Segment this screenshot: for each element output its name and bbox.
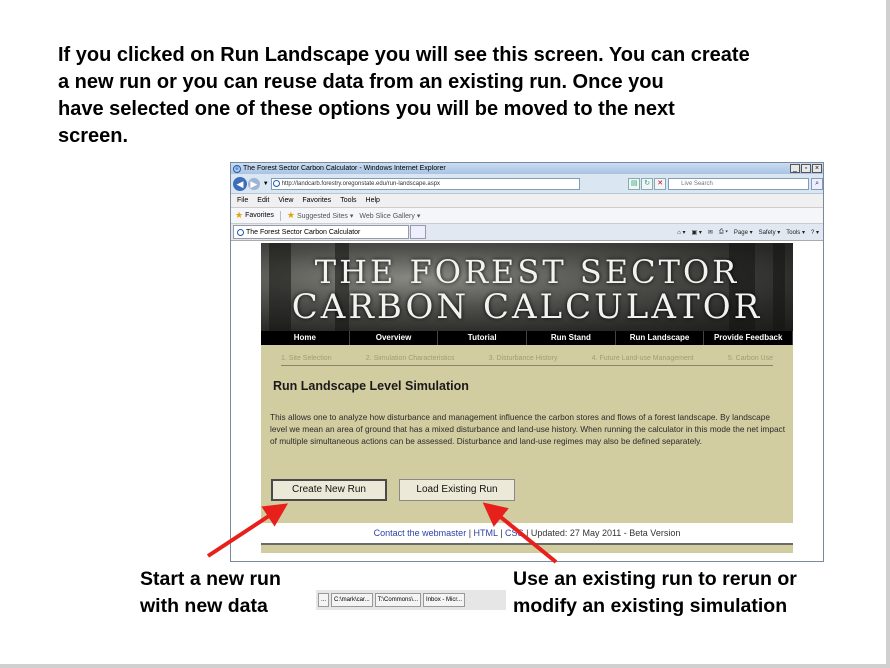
taskbar-item[interactable]: ... <box>318 593 330 607</box>
forward-icon[interactable]: ▶ <box>247 177 260 190</box>
step-progress: 1. Site Selection 2. Simulation Characte… <box>281 355 773 366</box>
callout-line: Start a new run <box>140 568 281 590</box>
divider <box>279 210 281 221</box>
callout-line: Use an existing run to rerun or <box>513 568 797 590</box>
help-icon[interactable]: ? ▾ <box>811 229 819 236</box>
intro-line: have selected one of these options you w… <box>58 98 675 120</box>
close-button[interactable]: × <box>812 164 822 173</box>
intro-text: If you clicked on Run Landscape you will… <box>58 42 858 150</box>
menu-help[interactable]: Help <box>366 197 380 204</box>
tab-forest-carbon[interactable]: The Forest Sector Carbon Calculator <box>233 225 409 239</box>
footer-updated: | Updated: 27 May 2011 - Beta Version <box>523 528 681 538</box>
banner-title-line1: THE FOREST SECTOR <box>314 253 740 291</box>
css-validation-link[interactable]: CSS <box>505 528 524 538</box>
load-existing-run-button[interactable]: Load Existing Run <box>399 479 515 501</box>
print-icon[interactable]: ⎙ ▾ <box>719 229 728 236</box>
compatibility-icon[interactable]: ▤ <box>628 177 641 190</box>
refresh-icon[interactable]: ↻ <box>641 177 654 190</box>
feeds-icon[interactable]: ▣ ▾ <box>692 229 702 236</box>
tab-title: The Forest Sector Carbon Calculator <box>246 228 361 236</box>
web-slice-gallery-link[interactable]: Web Slice Gallery ▾ <box>359 212 420 220</box>
step-simulation-characteristics: 2. Simulation Characteristics <box>365 355 455 362</box>
callout-line: with new data <box>140 595 268 617</box>
address-bar: ◀ ▶ ▼ http://landcarb.forestry.oregonsta… <box>231 174 823 194</box>
taskbar: ... C:\mark\car... T:\Commons\... Inbox … <box>316 590 506 610</box>
back-icon[interactable]: ◀ <box>233 176 247 191</box>
tools-menu[interactable]: Tools ▾ <box>786 229 805 236</box>
callout-existing-run: Use an existing run to rerun or modify a… <box>513 566 797 620</box>
step-disturbance-history: 3. Disturbance History <box>488 355 558 362</box>
safety-menu[interactable]: Safety ▾ <box>759 229 781 236</box>
site-container: THE FOREST SECTOR CARBON CALCULATOR Home… <box>261 243 794 553</box>
url-text: http://landcarb.forestry.oregonstate.edu… <box>281 180 441 187</box>
menu-tools[interactable]: Tools <box>340 197 356 204</box>
page-title: Run Landscape Level Simulation <box>273 379 469 393</box>
footer-separator: | <box>497 528 506 538</box>
menu-view[interactable]: View <box>278 197 293 204</box>
url-field[interactable]: http://landcarb.forestry.oregonstate.edu… <box>270 177 581 190</box>
taskbar-item-folder[interactable]: T:\Commons\... <box>374 593 422 607</box>
stop-icon[interactable]: ✕ <box>654 177 667 190</box>
history-dropdown-icon[interactable]: ▼ <box>263 181 269 187</box>
home-icon[interactable]: ⌂ ▾ <box>677 229 685 236</box>
banner-title-line2: CARBON CALCULATOR <box>291 287 763 327</box>
taskbar-item-folder[interactable]: C:\mark\car... <box>331 593 373 607</box>
intro-line: a new run or you can reuse data from an … <box>58 71 664 93</box>
nav-run-landscape[interactable]: Run Landscape <box>616 331 705 345</box>
mail-icon[interactable]: ✉ <box>708 229 713 236</box>
page-description: This allows one to analyze how disturban… <box>270 412 786 446</box>
minimize-button[interactable]: _ <box>790 164 800 173</box>
ie-logo-icon: e <box>233 164 241 173</box>
menu-file[interactable]: File <box>237 197 248 204</box>
page-menu[interactable]: Page ▾ <box>734 229 753 236</box>
suggested-sites-link[interactable]: Suggested Sites ▾ <box>297 212 353 220</box>
callout-new-run: Start a new run with new data <box>140 566 281 620</box>
page-viewport: THE FOREST SECTOR CARBON CALCULATOR Home… <box>231 243 823 561</box>
command-bar: ⌂ ▾ ▣ ▾ ✉ ⎙ ▾ Page ▾ Safety ▾ Tools ▾ ? … <box>671 229 823 236</box>
favorites-button[interactable]: Favorites <box>245 212 274 219</box>
nav-provide-feedback[interactable]: Provide Feedback <box>704 331 794 345</box>
browser-titlebar: e The Forest Sector Carbon Calculator - … <box>231 163 823 174</box>
step-carbon-use: 5. Carbon Use <box>727 355 773 362</box>
site-banner: THE FOREST SECTOR CARBON CALCULATOR <box>261 243 793 331</box>
step-future-land-use: 4. Future Land-use Management <box>591 355 694 362</box>
menu-edit[interactable]: Edit <box>257 197 269 204</box>
tab-bar: The Forest Sector Carbon Calculator ⌂ ▾ … <box>231 224 823 241</box>
nav-home[interactable]: Home <box>261 331 350 345</box>
slide-border <box>0 664 890 668</box>
search-input[interactable]: Live Search <box>668 177 810 190</box>
step-site-selection: 1. Site Selection <box>281 355 332 362</box>
slide-border <box>886 0 890 668</box>
menu-favorites[interactable]: Favorites <box>302 197 331 204</box>
footer-separator: | <box>466 528 474 538</box>
taskbar-item-inbox[interactable]: Inbox - Micr... <box>423 593 466 607</box>
site-nav: Home Overview Tutorial Run Stand Run Lan… <box>261 331 794 345</box>
tab-favicon-icon <box>237 228 244 236</box>
favorites-star-icon[interactable]: ★ <box>235 210 243 221</box>
callout-line: modify an existing simulation <box>513 595 788 617</box>
page-favicon-icon <box>272 179 280 187</box>
intro-line: screen. <box>58 125 129 147</box>
new-tab-button[interactable] <box>410 225 426 239</box>
search-icon[interactable]: ⌕ <box>811 177 823 190</box>
create-new-run-button[interactable]: Create New Run <box>271 479 387 501</box>
nav-run-stand[interactable]: Run Stand <box>527 331 616 345</box>
intro-line: If you clicked on Run Landscape you will… <box>58 44 750 66</box>
window-title: The Forest Sector Carbon Calculator - Wi… <box>243 165 446 172</box>
menu-bar: File Edit View Favorites Tools Help <box>231 194 823 208</box>
add-favorites-icon[interactable]: ★ <box>287 210 295 221</box>
favorites-bar: ★ Favorites ★ Suggested Sites ▾ Web Slic… <box>231 208 823 224</box>
footer-divider <box>261 543 793 545</box>
nav-tutorial[interactable]: Tutorial <box>438 331 528 345</box>
maximize-button[interactable]: ▫ <box>801 164 811 173</box>
browser-window: e The Forest Sector Carbon Calculator - … <box>230 162 824 562</box>
html-validation-link[interactable]: HTML <box>474 528 498 538</box>
site-footer: Contact the webmaster | HTML | CSS | Upd… <box>261 523 793 543</box>
contact-webmaster-link[interactable]: Contact the webmaster <box>374 528 467 538</box>
nav-overview[interactable]: Overview <box>350 331 439 345</box>
